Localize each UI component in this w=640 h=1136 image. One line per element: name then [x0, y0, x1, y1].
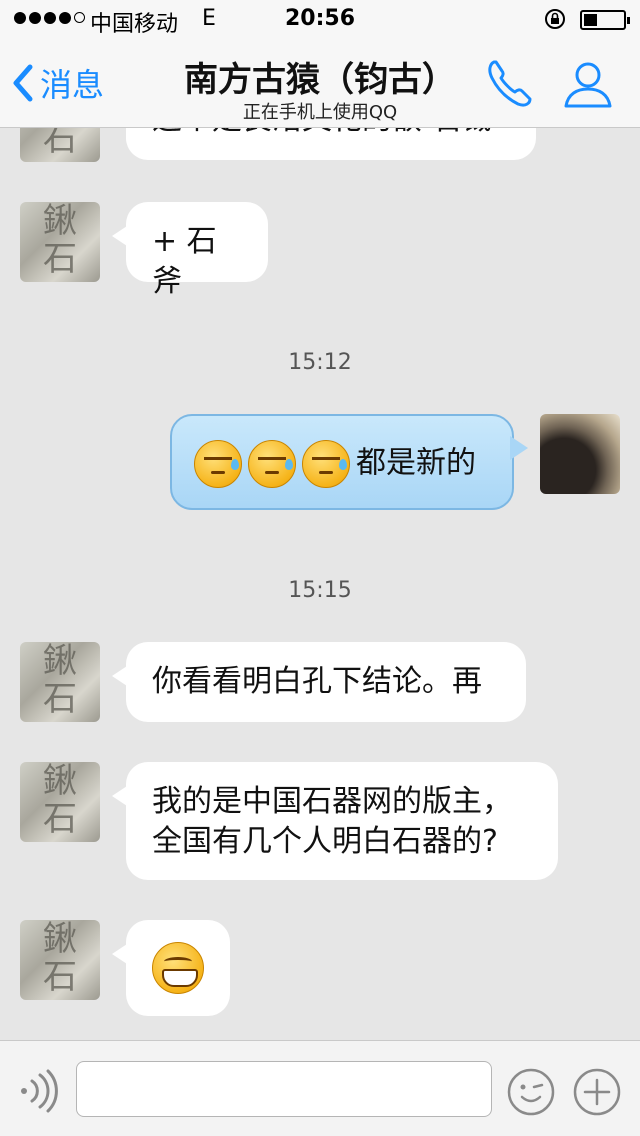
- timestamp: 15:12: [288, 350, 352, 375]
- rotation-lock-icon: [545, 9, 565, 29]
- contact-avatar[interactable]: 鍬石: [20, 920, 100, 1000]
- contact-avatar[interactable]: 鍬石: [20, 762, 100, 842]
- status-bar: 中国移动 E 20:56: [0, 0, 640, 40]
- message-bubble[interactable]: [112, 920, 230, 1016]
- message-input[interactable]: [76, 1061, 492, 1117]
- voice-icon[interactable]: [18, 1069, 58, 1113]
- contact-avatar[interactable]: 鍬石: [20, 128, 100, 162]
- contact-avatar[interactable]: 鍬石: [20, 642, 100, 722]
- contact-avatar[interactable]: 鍬石: [20, 202, 100, 282]
- presence-status: 正在手机上使用QQ: [242, 102, 398, 123]
- chat-header: 消息 南方古猿（钧古） 正在手机上使用QQ: [0, 40, 640, 128]
- contact-profile-icon[interactable]: [562, 58, 614, 110]
- message-text-line: 我的是中国石器网的版主，: [152, 784, 512, 819]
- sweat-squint-emoji: [194, 440, 242, 488]
- message-text: 你看看明白孔下结论。再: [152, 664, 482, 699]
- sweat-squint-emoji: [248, 440, 296, 488]
- grin-emoji: [152, 942, 204, 994]
- my-avatar[interactable]: [540, 414, 620, 494]
- message-list[interactable]: 鍬石 这个是良渚文化的嵌 石钺 鍬石 + 石斧 15:12 都是新的 15:15…: [0, 128, 640, 1040]
- message-text: 这个是良渚文化的嵌 石钺: [152, 128, 492, 137]
- emoji-face-icon[interactable]: [506, 1067, 556, 1117]
- my-message-bubble[interactable]: 都是新的: [170, 414, 528, 510]
- message-bubble[interactable]: 你看看明白孔下结论。再: [112, 642, 526, 722]
- message-text: + 石斧: [152, 224, 217, 299]
- input-bar: [0, 1040, 640, 1136]
- message-text: 都是新的: [356, 445, 476, 481]
- plus-icon[interactable]: [572, 1067, 622, 1117]
- message-bubble[interactable]: 我的是中国石器网的版主， 全国有几个人明白石器的?: [112, 762, 558, 880]
- chat-title: 南方古猿（钧古）: [184, 60, 456, 100]
- message-bubble[interactable]: 这个是良渚文化的嵌 石钺: [126, 128, 536, 160]
- sweat-squint-emoji: [302, 440, 350, 488]
- timestamp: 15:15: [288, 578, 352, 603]
- battery-icon: [580, 10, 630, 30]
- phone-call-icon[interactable]: [484, 56, 534, 110]
- message-bubble[interactable]: + 石斧: [112, 202, 268, 299]
- message-text-line: 全国有几个人明白石器的?: [152, 824, 498, 859]
